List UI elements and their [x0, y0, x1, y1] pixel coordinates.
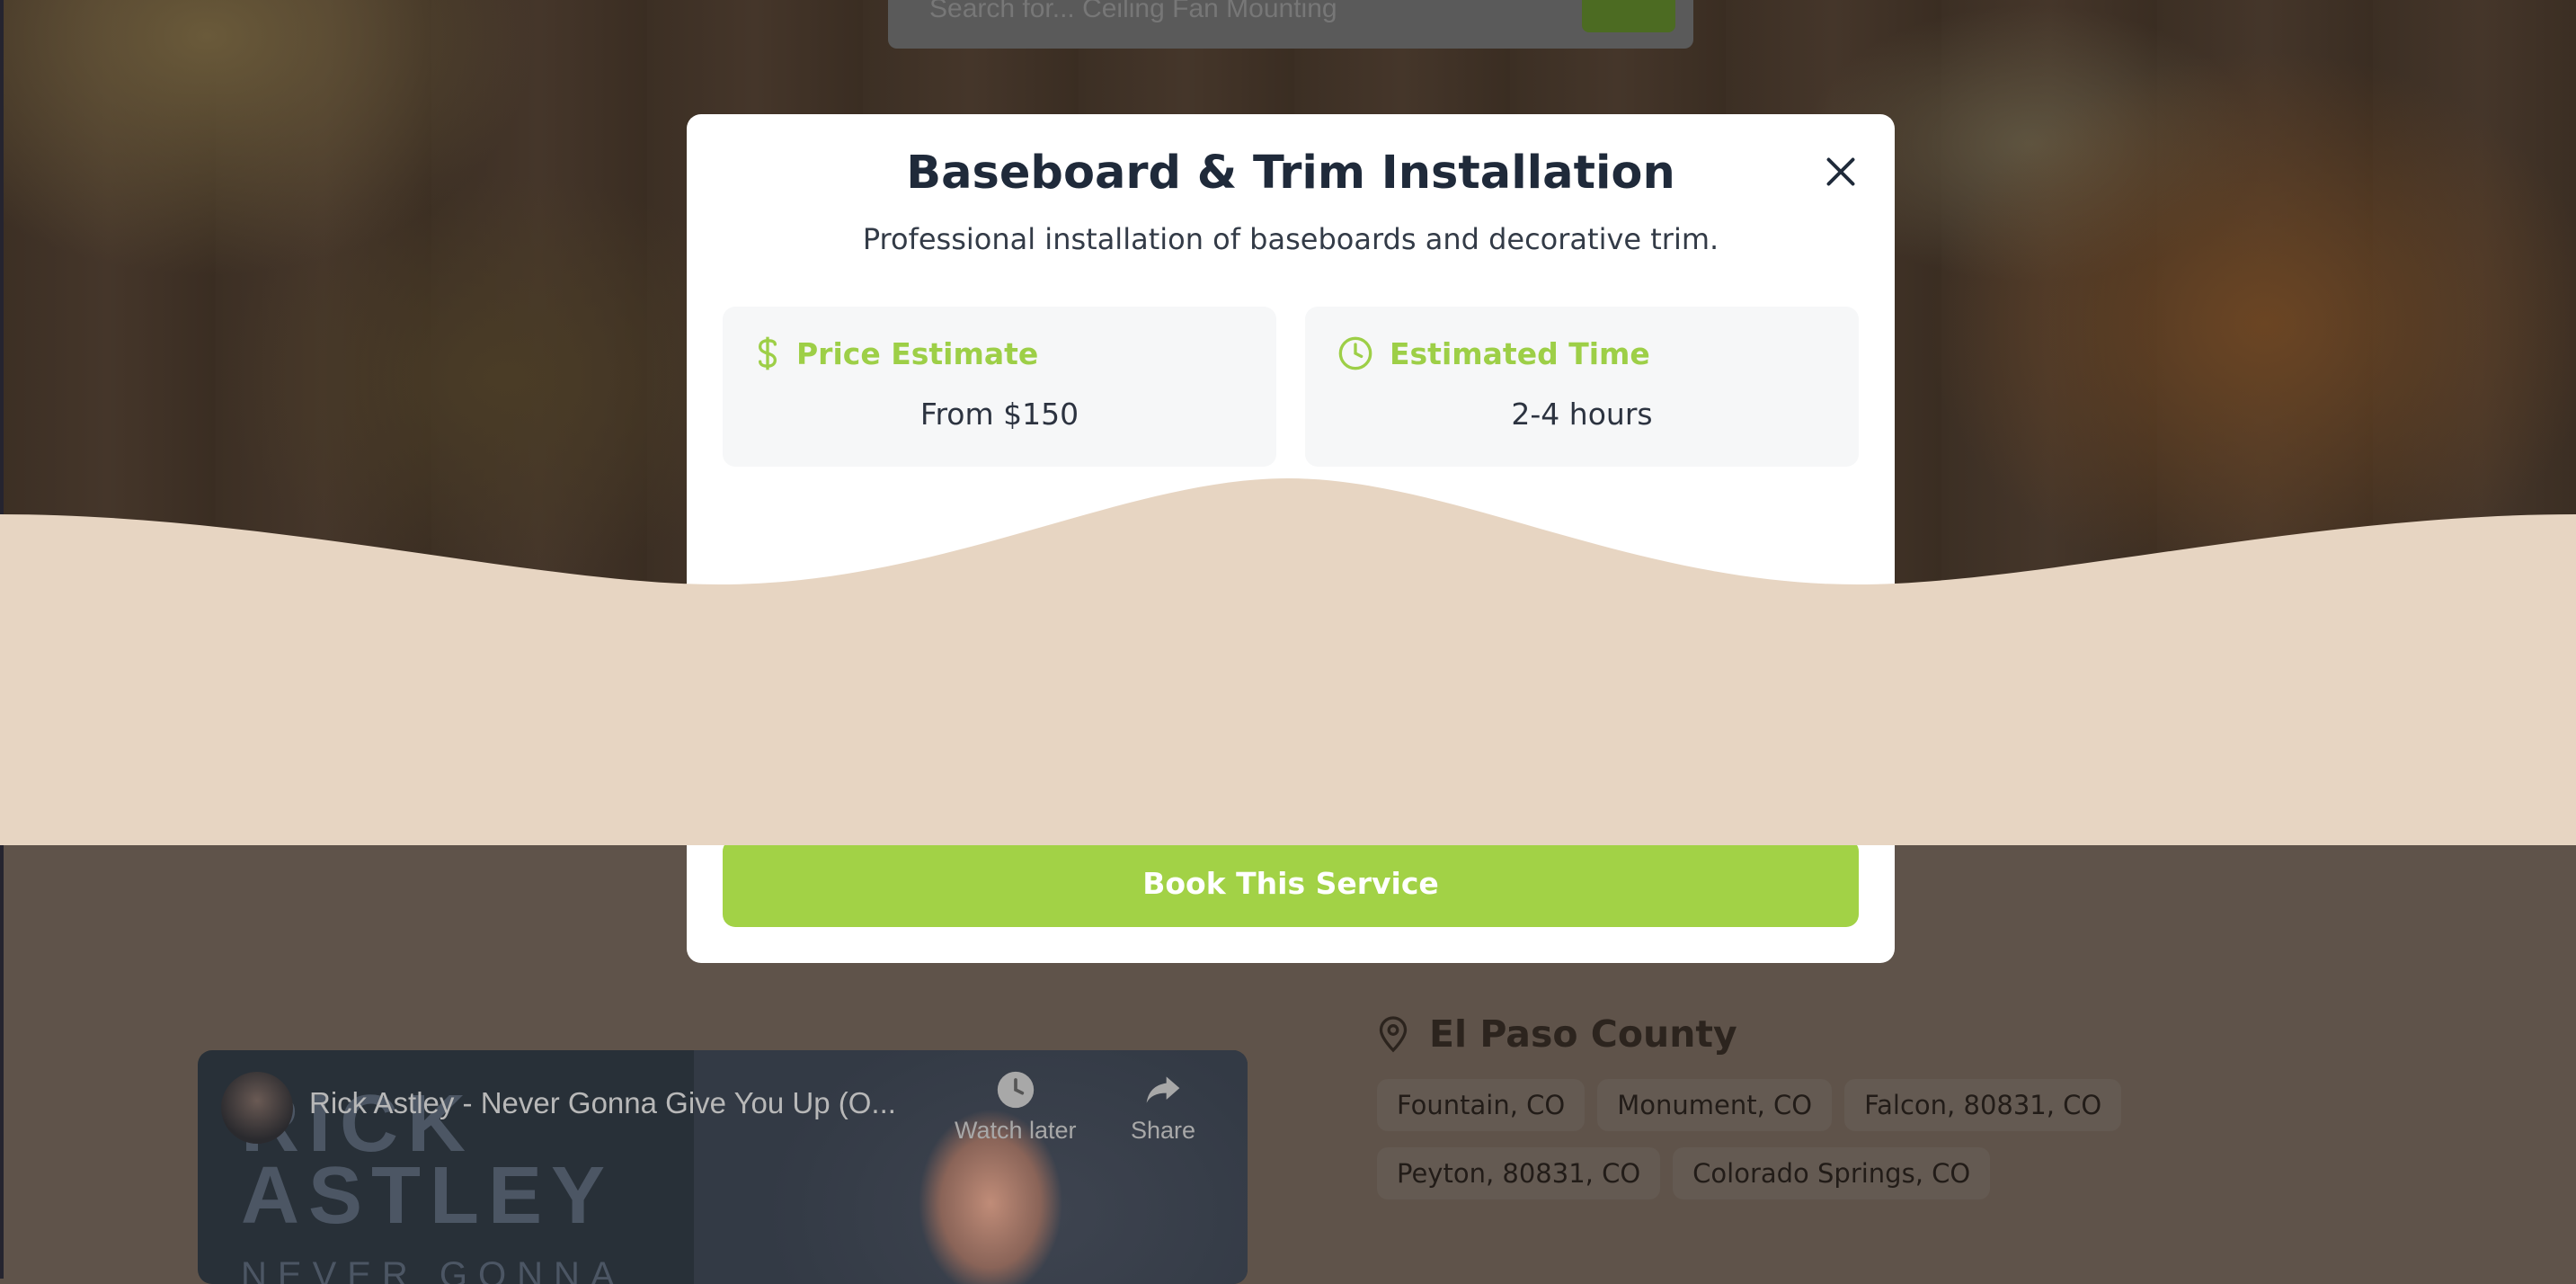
price-estimate-label: Price Estimate	[796, 335, 1039, 371]
share-icon	[1146, 1076, 1180, 1103]
video-title: Rick Astley - Never Gonna Give You Up (O…	[309, 1086, 896, 1119]
area-chip: Falcon, 80831, CO	[1844, 1079, 2122, 1131]
modal-title: Baseboard & Trim Installation	[906, 147, 1675, 200]
map-pin-icon	[1379, 1016, 1408, 1053]
area-chip: Fountain, CO	[1377, 1079, 1586, 1131]
share-button: Share	[1131, 1070, 1195, 1145]
clock-icon	[1338, 336, 1372, 370]
youtube-video-embed: RICK ASTLEY NEVER GONNA Rick Astley - Ne…	[198, 1050, 1248, 1284]
service-area-section: El Paso County Fountain, CO Monument, CO F…	[1330, 989, 2382, 1279]
thumbnail-line-3: NEVER GONNA	[241, 1255, 626, 1284]
estimated-time-value: 2-4 hours	[1511, 397, 1653, 432]
book-service-button[interactable]: Book This Service	[723, 839, 1859, 927]
channel-avatar	[221, 1072, 293, 1144]
county-title: El Paso County	[1429, 1012, 1737, 1056]
share-label: Share	[1131, 1117, 1196, 1144]
price-estimate-card: Price Estimate From $150	[723, 307, 1276, 467]
area-chip: Monument, CO	[1597, 1079, 1833, 1131]
clock-icon	[997, 1071, 1034, 1109]
close-button[interactable]	[1817, 148, 1864, 195]
search-button	[1582, 0, 1675, 32]
estimated-time-header: Estimated Time	[1337, 335, 1650, 371]
county-heading: El Paso County	[1377, 1012, 1737, 1056]
search-placeholder: Search for... Ceiling Fan Mounting	[929, 0, 1337, 23]
watch-later-label: Watch later	[955, 1117, 1077, 1144]
area-chip: Peyton, 80831, CO	[1377, 1147, 1661, 1199]
area-chip: Colorado Springs, CO	[1673, 1147, 1991, 1199]
decorative-wave-band	[0, 478, 2576, 845]
dollar-icon	[758, 336, 777, 370]
background-search-bar: Search for... Ceiling Fan Mounting	[888, 0, 1693, 49]
price-estimate-value: From $150	[919, 397, 1079, 432]
watch-later-button: Watch later	[955, 1070, 1077, 1145]
thumbnail-line-2: ASTLEY	[241, 1151, 615, 1241]
estimated-time-card: Estimated Time 2-4 hours	[1305, 307, 1859, 467]
modal-description: Professional installation of baseboards …	[862, 222, 1719, 256]
price-estimate-header: Price Estimate	[755, 335, 1038, 371]
estimated-time-label: Estimated Time	[1390, 335, 1650, 371]
area-chip-list: Fountain, CO Monument, CO Falcon, 80831, C…	[1377, 1079, 2366, 1216]
close-icon	[1826, 157, 1855, 186]
